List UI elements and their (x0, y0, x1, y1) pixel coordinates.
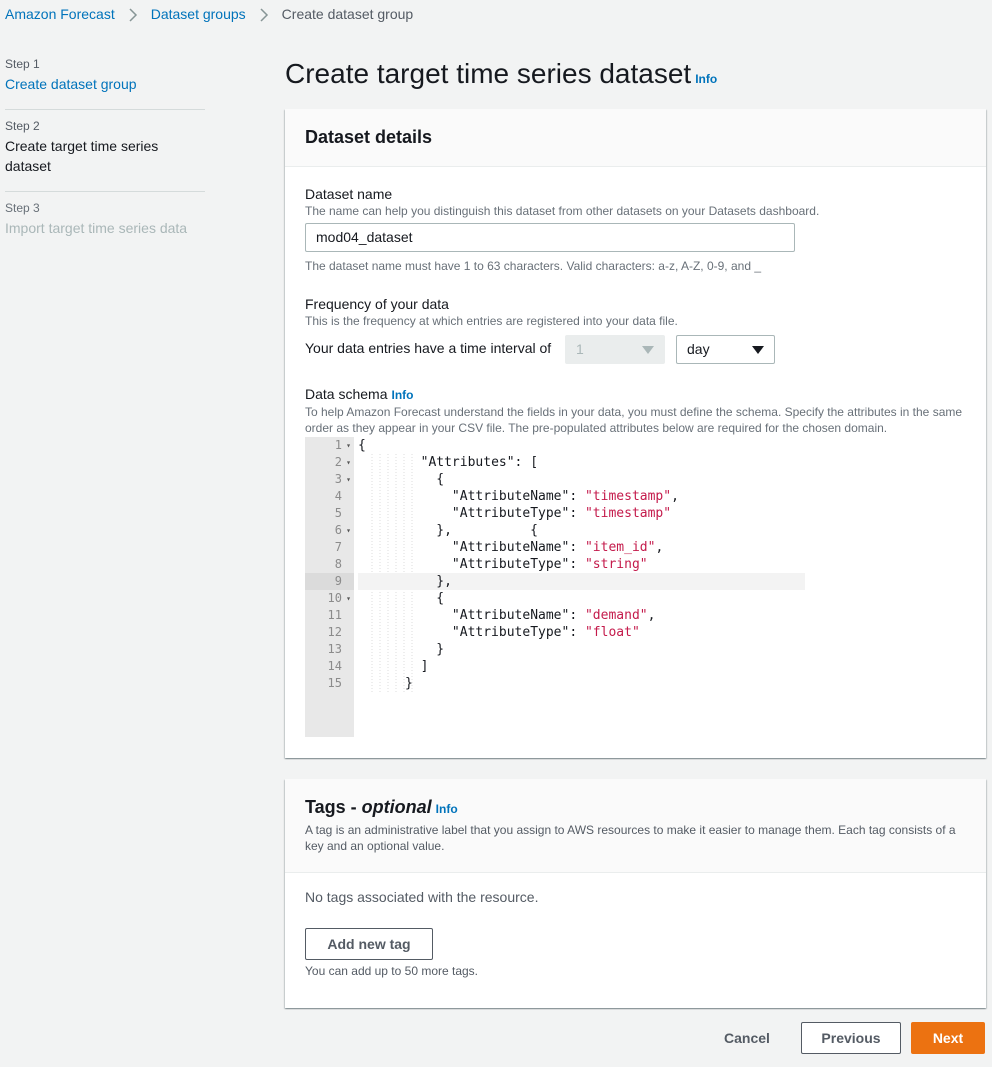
line-number: 6 ▾ (334, 522, 351, 539)
line-number: 14 (327, 659, 342, 673)
info-link[interactable]: Info (436, 802, 458, 816)
data-schema-label-text: Data schema (305, 386, 388, 402)
dataset-name-constraint: The dataset name must have 1 to 63 chara… (305, 259, 762, 273)
breadcrumb-link-amazon-forecast[interactable]: Amazon Forecast (5, 6, 115, 22)
frequency-number-select: 1 (565, 335, 665, 364)
fold-arrow-icon[interactable]: ▾ (346, 437, 351, 454)
code-line: "AttributeName": "demand", (451, 608, 656, 623)
code-line: "AttributeName": "timestamp", (451, 489, 679, 504)
chevron-right-icon (115, 6, 151, 22)
line-number: 13 (327, 642, 342, 656)
info-link[interactable]: Info (695, 72, 717, 86)
step-label-disabled: Import target time series data (5, 220, 188, 236)
line-number: 10 ▾ (327, 590, 351, 607)
breadcrumb: Amazon Forecast Dataset groups Create da… (5, 4, 413, 24)
step-label-current: Create target time series dataset (5, 138, 159, 174)
panel-header: Dataset details (285, 109, 986, 167)
frequency-unit-value: day (687, 341, 710, 357)
line-number: 15 (327, 676, 342, 690)
cancel-button[interactable]: Cancel (712, 1022, 782, 1054)
code-line: "AttributeType": "string" (451, 557, 648, 572)
tags-description: A tag is an administrative label that yo… (305, 823, 956, 853)
code-line: }, { (358, 523, 539, 538)
code-line: { (358, 438, 366, 453)
line-number: 1 ▾ (334, 437, 351, 454)
line-number: 9 (305, 573, 354, 590)
data-schema-label: Data schema Info (305, 385, 975, 404)
line-number: 8 (334, 557, 342, 571)
tags-limit-hint: You can add up to 50 more tags. (305, 964, 479, 978)
frequency-unit-select[interactable]: day (676, 335, 775, 364)
caret-down-icon (642, 346, 654, 354)
frequency-interval-label: Your data entries have a time interval o… (305, 340, 552, 356)
fold-arrow-icon[interactable]: ▾ (346, 522, 351, 539)
step-link-create-dataset-group[interactable]: Create dataset group (5, 76, 137, 92)
tags-empty-message: No tags associated with the resource. (305, 889, 539, 905)
breadcrumb-current: Create dataset group (281, 6, 414, 22)
line-number: 4 (334, 489, 342, 503)
line-number: 5 (334, 506, 342, 520)
panel-header: Tags - optional Info A tag is an administ… (285, 779, 986, 873)
step-2: Step 2 Create target time series dataset (5, 109, 205, 191)
code-line: ] (358, 659, 429, 674)
code-line: { (358, 472, 445, 487)
fold-arrow-icon[interactable]: ▾ (346, 454, 351, 471)
page-title: Create target time series dataset Info (285, 58, 717, 90)
code-line: } (358, 676, 413, 691)
line-number: 12 (327, 625, 342, 639)
line-number: 7 (334, 540, 342, 554)
info-link[interactable]: Info (391, 388, 413, 402)
step-number: Step 3 (5, 201, 40, 215)
dataset-name-description: The name can help you distinguish this d… (305, 204, 820, 218)
dataset-name-input[interactable]: mod04_dataset (305, 223, 795, 252)
code-line: "AttributeType": "timestamp" (451, 506, 672, 521)
step-1: Step 1 Create dataset group (5, 56, 205, 109)
code-line: { (358, 591, 445, 606)
code-line: "Attributes": [ (420, 455, 539, 470)
frequency-description: This is the frequency at which entries a… (305, 314, 678, 328)
frequency-number-value: 1 (576, 341, 584, 357)
add-new-tag-button[interactable]: Add new tag (305, 928, 433, 960)
editor-gutter: 1 ▾ 2 ▾ 3 ▾ 4 5 6 ▾ 7 8 9 10 ▾ 11 12 13 14 15 (305, 437, 354, 737)
line-number: 11 (327, 608, 342, 622)
step-number: Step 2 (5, 119, 40, 133)
code-line: } (358, 642, 445, 657)
line-number: 2 ▾ (334, 454, 351, 471)
panel-title: Dataset details (305, 127, 433, 147)
schema-code-editor[interactable]: 1 ▾ 2 ▾ 3 ▾ 4 5 6 ▾ 7 8 9 10 ▾ 11 12 13 14 15 { "Attributes… (305, 437, 805, 737)
page-title-text: Create target time series dataset (285, 58, 692, 89)
code-line: "AttributeType": "float" (451, 625, 640, 640)
frequency-label: Frequency of your data (305, 296, 449, 312)
previous-button[interactable]: Previous (801, 1022, 901, 1054)
next-button[interactable]: Next (911, 1022, 985, 1054)
fold-arrow-icon[interactable]: ▾ (346, 590, 351, 607)
tags-panel: Tags - optional Info A tag is an administ… (285, 779, 986, 1008)
fold-arrow-icon[interactable]: ▾ (346, 471, 351, 488)
panel-title: Tags - optional Info (305, 797, 966, 818)
wizard-steps: Step 1 Create dataset group Step 2 Creat… (5, 56, 205, 253)
step-number: Step 1 (5, 57, 40, 71)
tags-title-prefix: Tags - (305, 797, 362, 817)
caret-down-icon (752, 346, 764, 354)
data-schema-description: To help Amazon Forecast understand the f… (305, 405, 963, 435)
editor-code: { "Attributes": [ { "AttributeName": "ti… (358, 437, 805, 692)
breadcrumb-link-dataset-groups[interactable]: Dataset groups (151, 6, 246, 22)
chevron-right-icon (246, 6, 282, 22)
code-line: }, (358, 573, 805, 590)
tags-title-optional: optional (361, 797, 432, 817)
dataset-details-panel: Dataset details Dataset name The name ca… (285, 109, 986, 758)
line-number: 3 ▾ (334, 471, 351, 488)
code-line: "AttributeName": "item_id", (451, 540, 664, 555)
dataset-name-label: Dataset name (305, 186, 393, 202)
step-3: Step 3 Import target time series data (5, 191, 205, 253)
